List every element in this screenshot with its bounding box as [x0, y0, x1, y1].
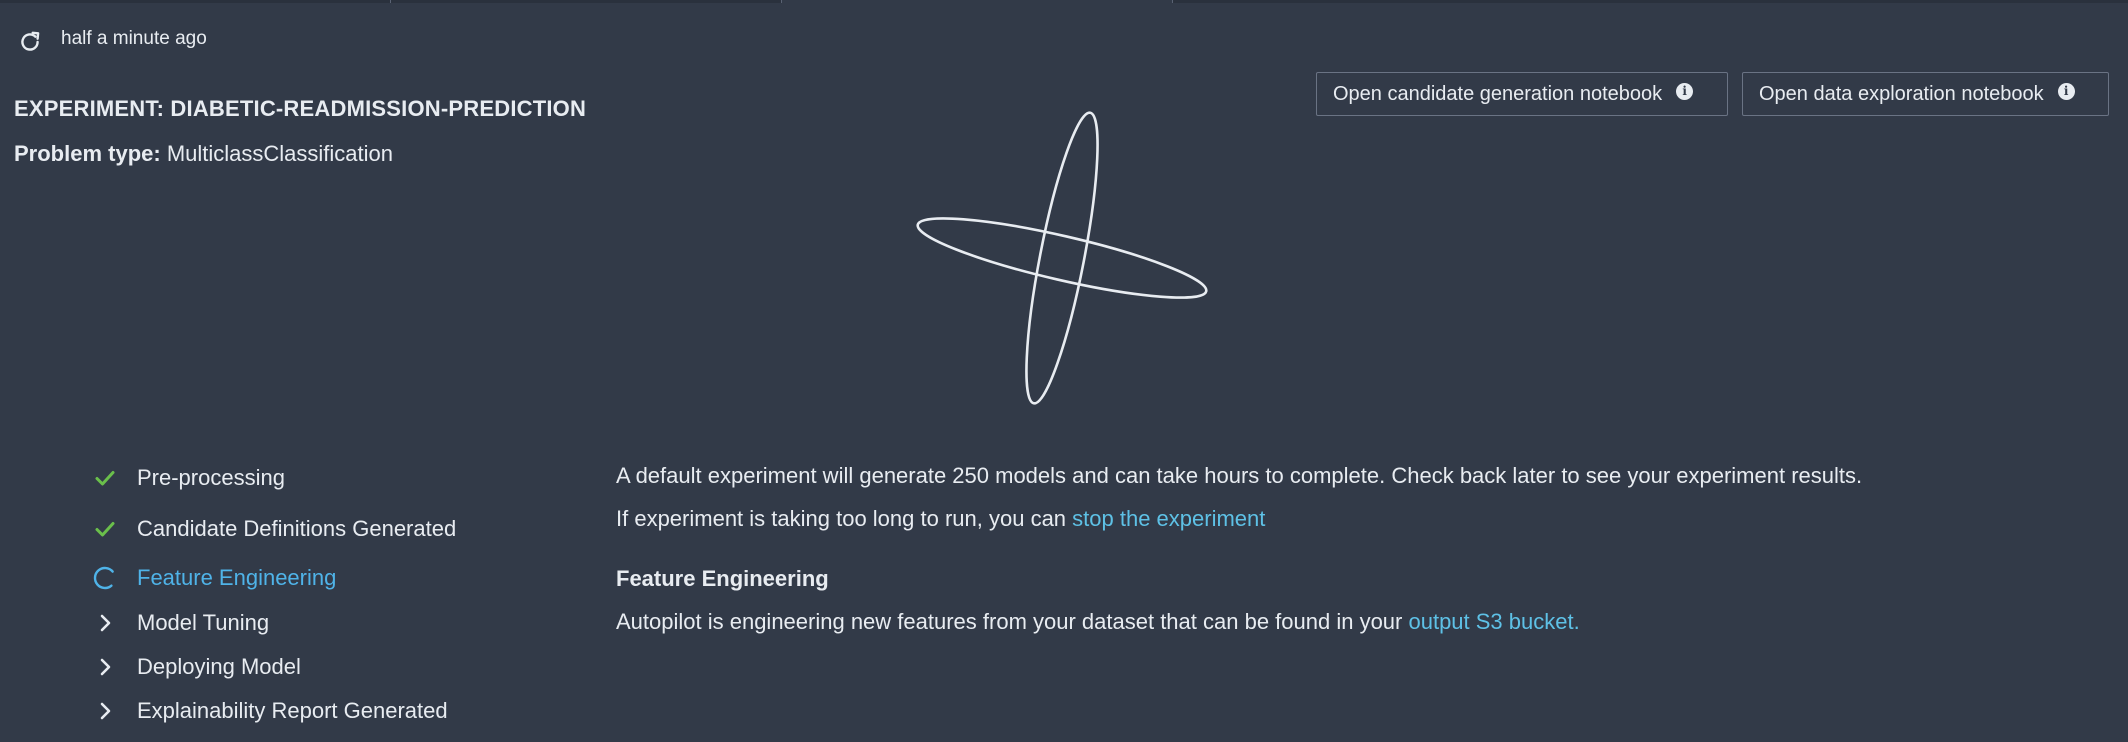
refresh-icon	[21, 31, 40, 51]
output-s3-bucket-link[interactable]: output S3 bucket.	[1408, 609, 1579, 634]
step-pre-processing: Pre-processing	[92, 462, 285, 494]
info-icon[interactable]: i	[1676, 82, 1694, 100]
refresh-button[interactable]	[14, 26, 46, 58]
step-candidate-definitions: Candidate Definitions Generated	[92, 513, 456, 545]
step-label: Explainability Report Generated	[137, 698, 448, 723]
last-refresh-time: half a minute ago	[61, 28, 207, 49]
experiment-title: EXPERIMENT: DIABETIC-READMISSION-PREDICT…	[14, 96, 587, 121]
step-deploying-model[interactable]: Deploying Model	[92, 651, 301, 683]
current-step-title: Feature Engineering	[616, 566, 829, 591]
check-icon	[92, 465, 118, 491]
check-icon	[92, 516, 118, 542]
problem-type: Problem type: MulticlassClassification	[14, 141, 393, 167]
loading-animation-icon	[916, 111, 1208, 405]
open-candidate-notebook-label: Open candidate generation notebook	[1333, 82, 1663, 105]
chevron-right-icon[interactable]	[92, 654, 118, 680]
info-icon[interactable]: i	[2057, 82, 2075, 100]
tab-3[interactable]	[782, 0, 1172, 3]
current-step-description: Autopilot is engineering new features fr…	[616, 609, 1580, 635]
default-experiment-info: A default experiment will generate 250 m…	[616, 463, 1863, 488]
step-label: Candidate Definitions Generated	[137, 516, 457, 541]
chevron-right-icon[interactable]	[92, 610, 118, 636]
tab-1[interactable]	[0, 0, 390, 3]
tab-4[interactable]	[1173, 0, 2128, 3]
current-step-description-text: Autopilot is engineering new features fr…	[616, 609, 1409, 634]
step-label: Deploying Model	[137, 654, 301, 679]
spinner-icon	[92, 565, 118, 591]
open-exploration-notebook-label: Open data exploration notebook	[1759, 82, 2044, 105]
stop-experiment-message: If experiment is taking too long to run,…	[616, 506, 1265, 532]
tab-2[interactable]	[391, 0, 781, 3]
open-exploration-notebook-button[interactable]: Open data exploration notebook i	[1742, 72, 2109, 116]
step-label: Feature Engineering	[137, 565, 337, 590]
tab-strip	[0, 0, 2128, 3]
stop-experiment-link[interactable]: stop the experiment	[1072, 506, 1265, 531]
stop-experiment-prefix: If experiment is taking too long to run,…	[616, 506, 1073, 531]
step-model-tuning[interactable]: Model Tuning	[92, 607, 269, 639]
open-candidate-notebook-button[interactable]: Open candidate generation notebook i	[1316, 72, 1728, 116]
step-label: Pre-processing	[137, 465, 285, 490]
problem-type-label: Problem type:	[14, 141, 161, 166]
step-explainability-report[interactable]: Explainability Report Generated	[92, 695, 448, 727]
step-feature-engineering: Feature Engineering	[92, 562, 336, 594]
chevron-right-icon[interactable]	[92, 698, 118, 724]
step-label: Model Tuning	[137, 610, 270, 635]
problem-type-value: MulticlassClassification	[166, 141, 394, 166]
